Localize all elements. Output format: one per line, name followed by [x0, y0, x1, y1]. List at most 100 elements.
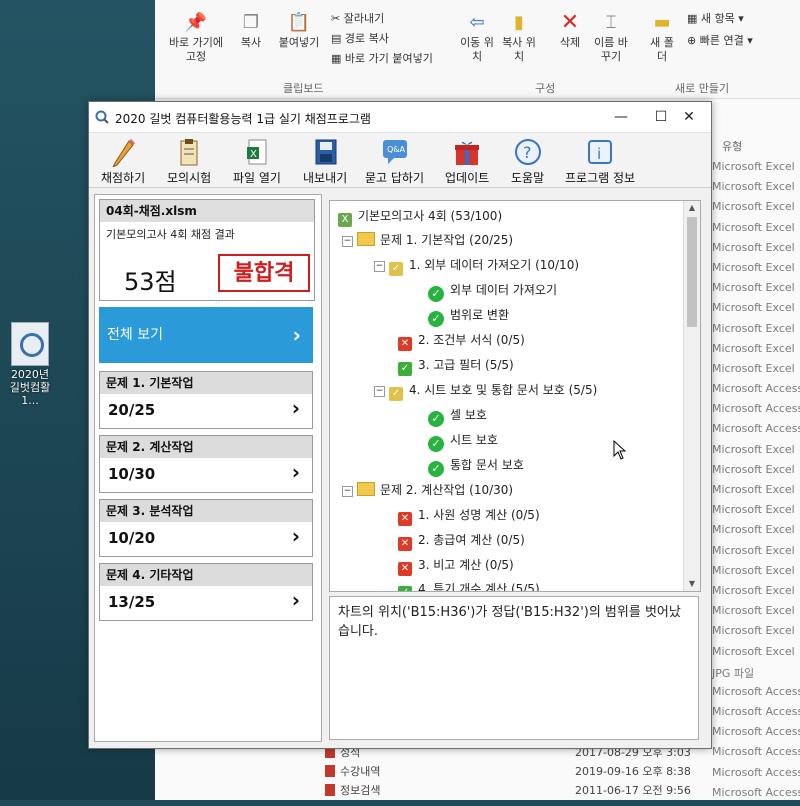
delete-button[interactable]: ✕ 삭제 [553, 12, 587, 50]
rename-button[interactable]: ⌶ 이름 바꾸기 [591, 12, 631, 64]
pin-button[interactable]: 📌 바로 가기에 고정 [165, 12, 227, 64]
help-button[interactable]: ? 도움말 [511, 137, 544, 186]
type-cell: Microsoft Excel [712, 301, 795, 315]
type-cell: Microsoft Excel [712, 523, 795, 537]
cut-button[interactable]: ✂ 잘라내기 [331, 10, 384, 26]
tree-label: 문제 1. 기본작업 (20/25) [380, 233, 514, 247]
open-file-button[interactable]: X 파일 열기 [233, 137, 281, 186]
paste-button[interactable]: 📋 붙여넣기 [271, 12, 327, 50]
paste-label: 붙여넣기 [278, 36, 320, 49]
pin-icon: 📌 [184, 12, 208, 33]
folder-icon [357, 482, 375, 496]
view-all-button[interactable]: 전체 보기 › [99, 307, 313, 363]
title-bar[interactable]: 2020 길벗 컴퓨터활용능력 1급 실기 채점프로그램 — ☐ ✕ [89, 102, 711, 133]
view-all-label: 전체 보기 [107, 327, 163, 343]
qa-button[interactable]: Q&A 묻고 답하기 [365, 137, 424, 186]
x-mark-icon: ✕ [398, 512, 412, 526]
tree-root[interactable]: X 기본모의고사 4회 (53/100) [338, 205, 502, 227]
tree-label: 4. 시트 보호 및 통합 문서 보호 (5/5) [409, 383, 598, 397]
tree-leaf[interactable]: ✓ 통합 문서 보호 [428, 454, 524, 477]
copy-to-button[interactable]: ▮ 복사 위치 [501, 12, 537, 64]
copy-path-button[interactable]: ▤ 경로 복사 [331, 30, 389, 46]
type-cell: Microsoft Access [712, 765, 800, 779]
tree-label: 1. 사원 성명 계산 (0/5) [418, 508, 540, 522]
collapse-icon: − [342, 236, 353, 247]
tree-node-2-3[interactable]: ✕ 3. 비고 계산 (0/5) [398, 554, 514, 576]
check-circle-icon: ✓ [428, 436, 444, 452]
type-column-header[interactable]: 유형 [722, 138, 742, 154]
tree-leaf[interactable]: ✓ 외부 데이터 가져오기 [428, 279, 557, 302]
file-row[interactable]: 정보검색 [325, 782, 380, 798]
tree-leaf[interactable]: ✓ 시트 보호 [428, 429, 498, 452]
problem-1-button[interactable]: 문제 1. 기본작업 20/25 › [99, 371, 313, 429]
type-cell: Microsoft Excel [712, 624, 795, 638]
clipboard-icon [180, 139, 198, 166]
new-folder-label: 새 폴더 [650, 36, 674, 63]
tree-leaf[interactable]: ✓ 범위로 변환 [428, 304, 509, 327]
close-button[interactable]: ✕ [669, 104, 709, 130]
svg-text:i: i [597, 145, 601, 163]
tree-node-1-3[interactable]: ✓ 3. 고급 필터 (5/5) [398, 354, 514, 376]
desktop-file-icon[interactable]: 2020년 길벗컴활1... [6, 322, 54, 407]
tree-label: 2. 총급여 계산 (0/5) [418, 533, 525, 547]
tree-node-problem-2[interactable]: − 문제 2. 계산작업 (10/30) [342, 479, 513, 501]
move-to-button[interactable]: ⇦ 이동 위치 [459, 12, 495, 64]
type-cell: Microsoft Excel [712, 583, 795, 597]
paste-shortcut-button[interactable]: ▦ 바로 가기 붙여넣기 [331, 50, 433, 66]
type-cell: Microsoft Excel [712, 483, 795, 496]
tree-node-1-4[interactable]: − ✓ 4. 시트 보호 및 통합 문서 보호 (5/5) [374, 379, 597, 401]
scroll-thumb[interactable] [687, 217, 697, 327]
file-row[interactable]: 수강내역 [325, 763, 380, 779]
scroll-down-icon[interactable]: ▼ [684, 577, 700, 591]
delete-label: 삭제 [559, 36, 581, 49]
tree-label: 4. 특기 개수 계산 (5/5) [418, 582, 540, 592]
new-item-button[interactable]: ▦ 새 항목 ▾ [687, 10, 744, 26]
tree-node-problem-1[interactable]: − 문제 1. 기본작업 (20/25) [342, 229, 513, 251]
type-cell: Microsoft Excel [712, 644, 795, 658]
copy-to-label: 복사 위치 [502, 36, 536, 63]
problem-3-button[interactable]: 문제 3. 분석작업 10/20 › [99, 499, 313, 557]
folder-icon: ▬ [653, 12, 671, 33]
type-cell: Microsoft Excel [712, 442, 795, 456]
tree-node-1-1[interactable]: − ✓ 1. 외부 데이터 가져오기 (10/10) [374, 254, 579, 276]
problem-score: 10/30 [108, 465, 156, 483]
problem-title: 문제 3. 분석작업 [100, 500, 312, 522]
update-button[interactable]: 업데이트 [445, 137, 489, 186]
problem-2-button[interactable]: 문제 2. 계산작업 10/30 › [99, 435, 313, 493]
tree-scrollbar[interactable]: ▲ ▼ [683, 201, 700, 591]
type-cell: Microsoft Excel [712, 503, 795, 517]
app-icon [95, 110, 109, 124]
new-folder-button[interactable]: ▬ 새 폴더 [647, 12, 677, 64]
result-tree-panel[interactable]: X 기본모의고사 4회 (53/100) − 문제 1. 기본작업 (20/25) … [329, 200, 701, 592]
grade-button[interactable]: 채점하기 [101, 137, 145, 186]
scroll-up-icon[interactable]: ▲ [684, 201, 700, 215]
type-cell: Microsoft Excel [712, 341, 795, 355]
paste-shortcut-label: 바로 가기 붙여넣기 [344, 52, 433, 65]
cut-label: 잘라내기 [343, 12, 385, 25]
type-column: Microsoft Excel Microsoft Excel Microsoft … [712, 160, 800, 806]
x-mark-icon: ✕ [398, 562, 412, 576]
program-info-button[interactable]: i 프로그램 정보 [565, 137, 635, 186]
type-cell: JPG 파일 [712, 666, 755, 680]
problem-4-button[interactable]: 문제 4. 기타작업 13/25 › [99, 563, 313, 621]
tree-node-2-1[interactable]: ✕ 1. 사원 성명 계산 (0/5) [398, 504, 540, 526]
easy-access-button[interactable]: ⊕ 빠른 연결 ▾ [687, 32, 753, 48]
copy-button[interactable]: ❐ 복사 [231, 12, 271, 50]
tree-label: 2. 조건부 서식 (0/5) [418, 333, 525, 347]
mock-exam-button[interactable]: 모의시험 [167, 137, 211, 186]
check-folder-icon: ✓ [389, 262, 403, 276]
minimize-button[interactable]: — [601, 104, 641, 130]
tree-node-2-2[interactable]: ✕ 2. 총급여 계산 (0/5) [398, 529, 525, 551]
tree-leaf[interactable]: ✓ 셀 보호 [428, 404, 487, 427]
file-date: 2011-06-17 오전 9:56 [575, 784, 691, 797]
tree-node-2-4[interactable]: ✓ 4. 특기 개수 계산 (5/5) [398, 578, 540, 592]
info-label: 프로그램 정보 [565, 171, 636, 185]
ribbon: 📌 바로 가기에 고정 ❐ 복사 📋 붙여넣기 ✂ 잘라내기 ▤ 경로 복사 ▦ 바로… [155, 0, 800, 99]
group-organize-label: 구성 [535, 82, 556, 95]
type-cell: Microsoft Excel [712, 240, 795, 254]
tree-node-1-2[interactable]: ✕ 2. 조건부 서식 (0/5) [398, 329, 525, 351]
export-button[interactable]: 내보내기 [303, 137, 347, 186]
collapse-icon: − [342, 486, 353, 497]
check-circle-icon: ✓ [428, 311, 444, 327]
gift-icon [455, 141, 480, 165]
